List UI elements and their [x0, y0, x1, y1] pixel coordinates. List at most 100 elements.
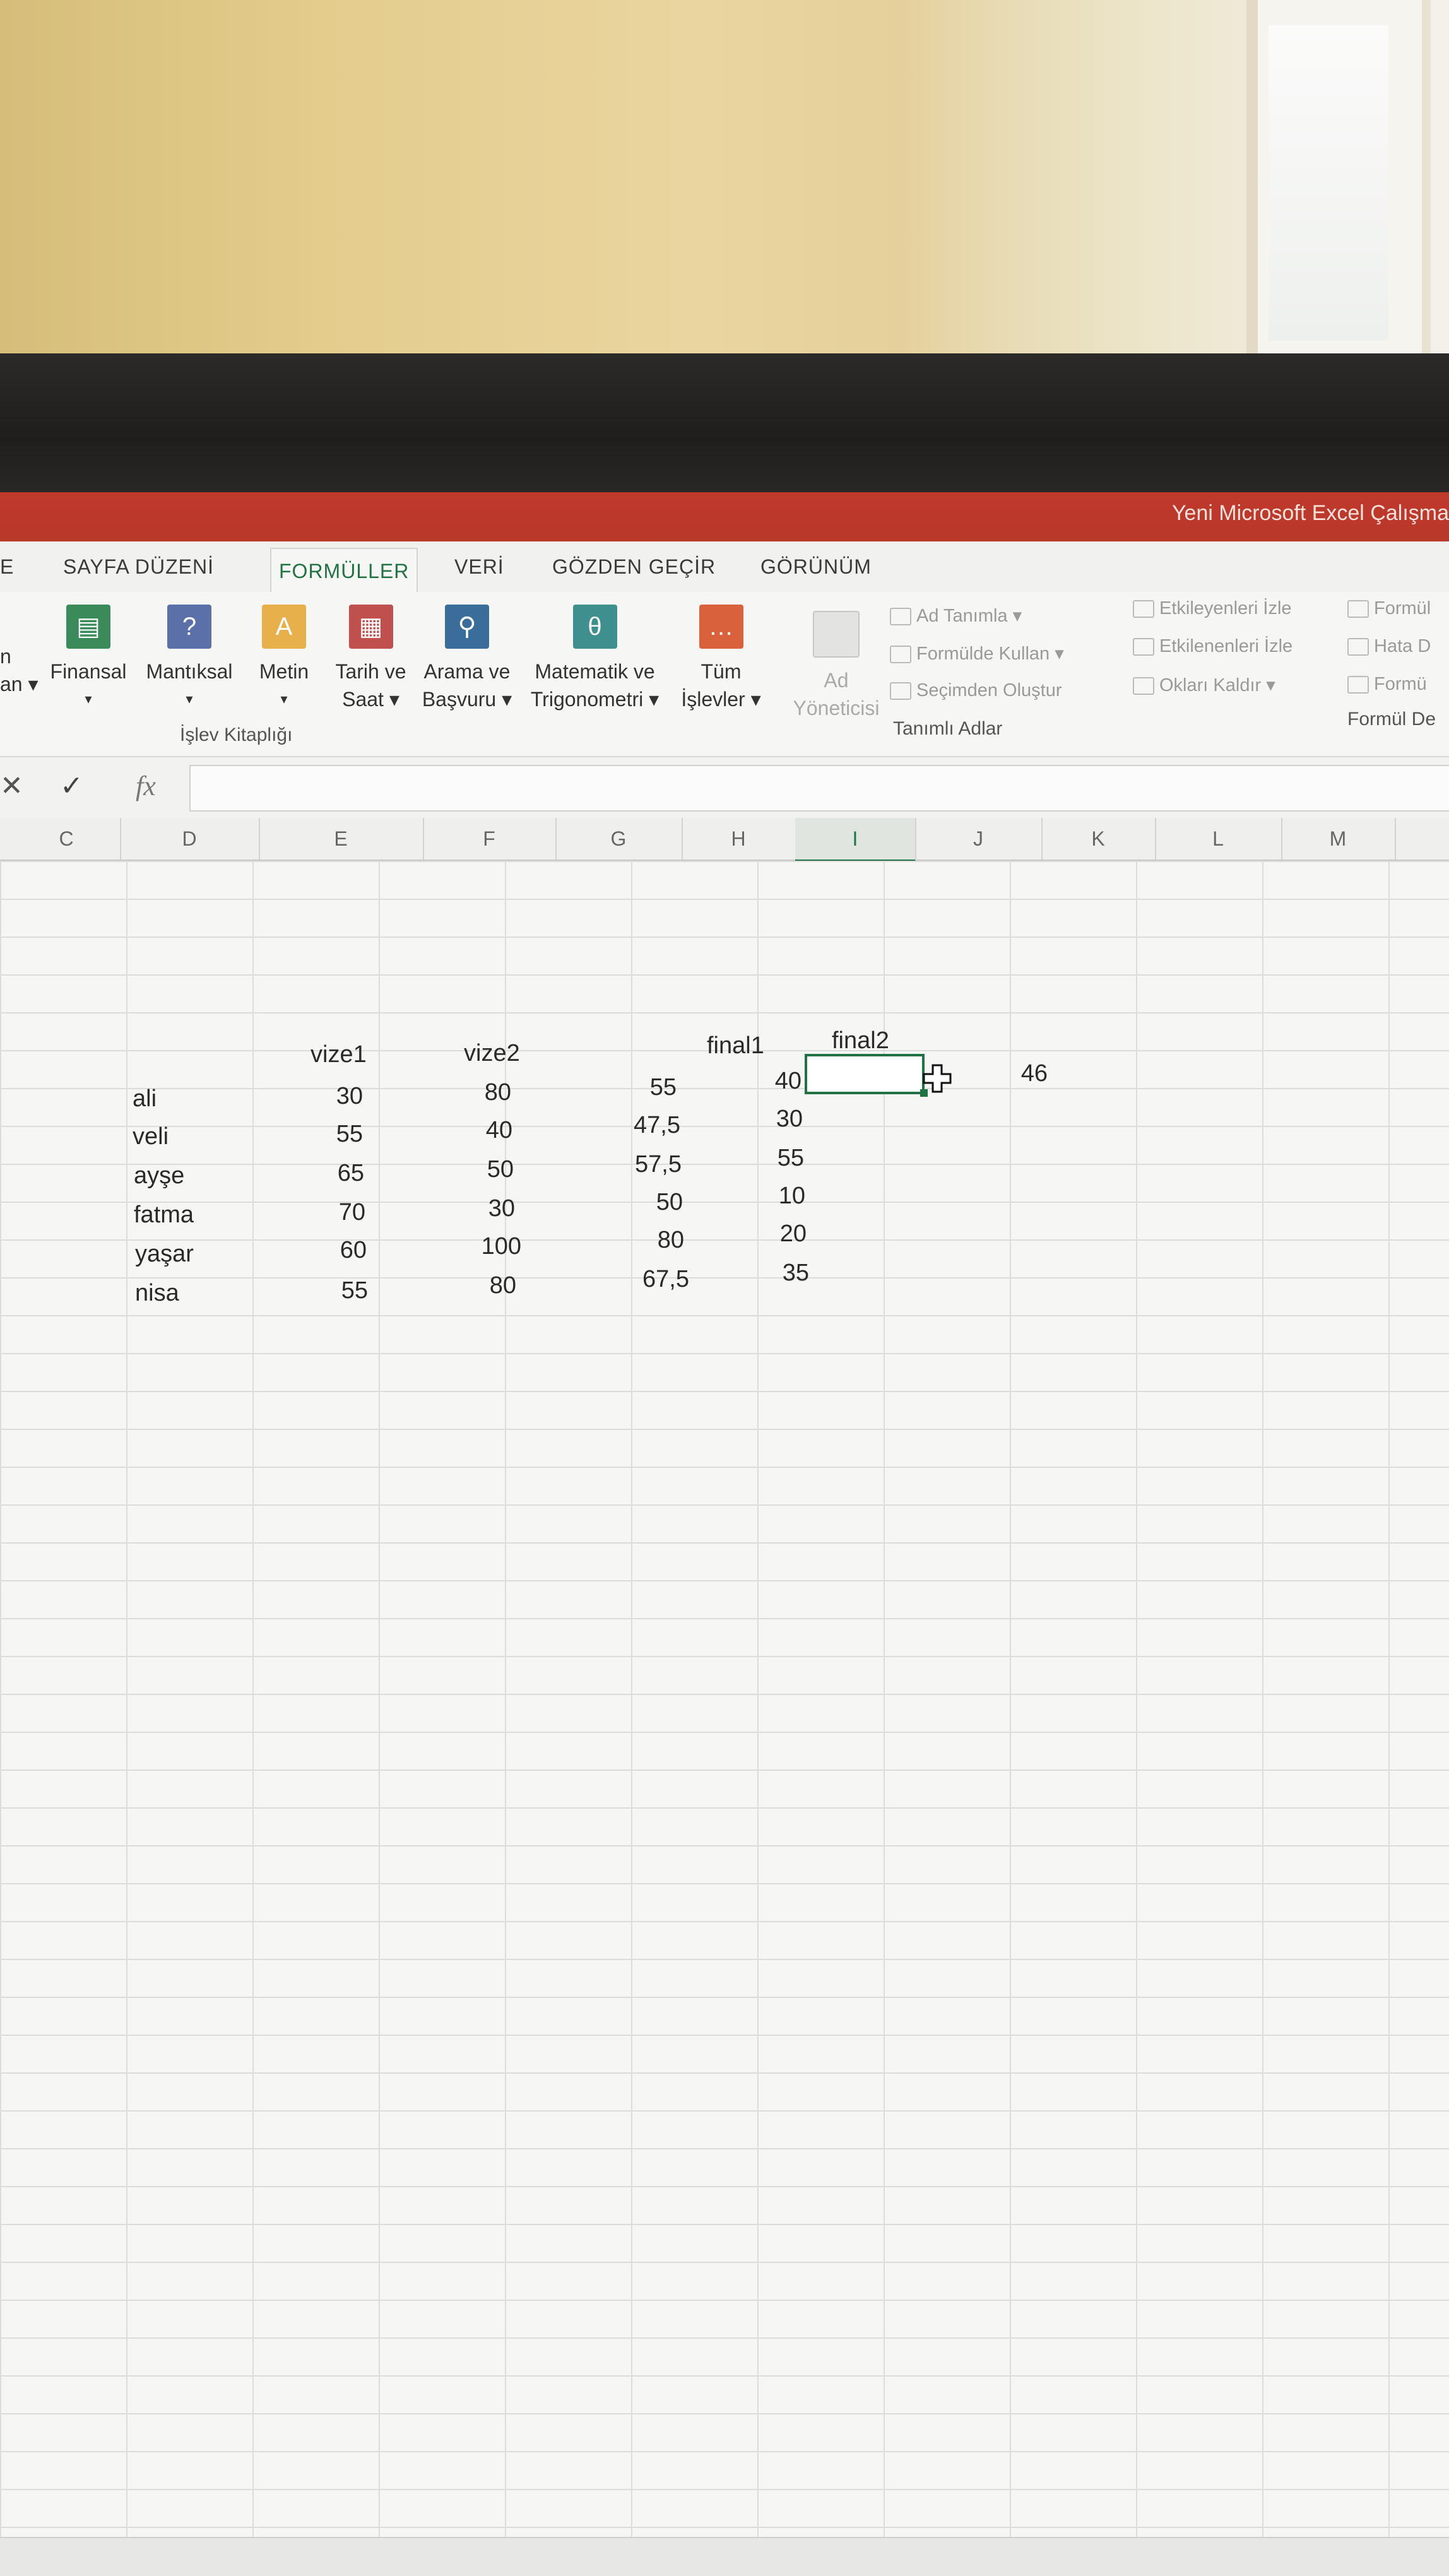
col-header-l[interactable]: L	[1155, 818, 1282, 860]
trace-precedents-icon	[1133, 600, 1154, 618]
text-label: Metin	[259, 660, 309, 683]
group-label-function-library: İşlev Kitaplığı	[180, 724, 293, 745]
cell-g[interactable]: 67,5	[606, 1266, 689, 1293]
cell-final1[interactable]: 55	[732, 1145, 804, 1172]
fat-plus-cursor-icon	[923, 1064, 952, 1093]
cell-name-fatma[interactable]: fatma	[134, 1202, 194, 1229]
math-label-1: Matematik ve	[535, 660, 655, 683]
enter-icon[interactable]: ✓	[60, 770, 83, 802]
cell-vize1[interactable]: 70	[303, 1199, 365, 1226]
show-formulas-cmd[interactable]: Formül	[1347, 598, 1431, 619]
trace-dependents-icon	[1133, 638, 1154, 656]
active-cell-i[interactable]	[805, 1054, 925, 1094]
tab-data[interactable]: VERİ	[454, 555, 504, 579]
cell-final1[interactable]: 20	[732, 1220, 807, 1248]
error-checking-cmd[interactable]: Hata D	[1347, 636, 1431, 657]
ribbon-cut-label-2: an ▾	[0, 673, 38, 695]
date-time-button[interactable]: ▦ Tarih ve Saat ▾	[328, 605, 413, 713]
ribbon-tabs	[0, 541, 1449, 592]
use-in-formula-cmd[interactable]: Formülde Kullan ▾	[890, 642, 1064, 665]
cell-vize1[interactable]: 55	[303, 1277, 368, 1304]
cell-vize1[interactable]: 55	[303, 1121, 363, 1148]
cell-j-value[interactable]: 46	[985, 1060, 1048, 1087]
date-time-label-2: Saat ▾	[342, 688, 399, 711]
cell-vize2[interactable]: 100	[454, 1233, 521, 1260]
col-header-f[interactable]: F	[423, 818, 557, 860]
tab-review[interactable]: GÖZDEN GEÇİR	[552, 555, 716, 579]
cell-vize2[interactable]: 30	[454, 1195, 515, 1222]
tab-cut-off[interactable]: E	[0, 555, 14, 579]
cell-final1[interactable]: 10	[732, 1183, 805, 1210]
evaluate-formula-cmd[interactable]: Formü	[1347, 674, 1427, 695]
cell-vize1[interactable]: 30	[303, 1083, 363, 1110]
use-in-formula-label: Formülde Kullan ▾	[916, 644, 1064, 664]
logical-button[interactable]: ? Mantıksal ▾	[142, 605, 237, 713]
all-functions-button[interactable]: … Tüm İşlevler ▾	[669, 605, 773, 713]
trace-precedents-cmd[interactable]: Etkileyenleri İzle	[1133, 598, 1292, 619]
tab-formulas[interactable]: FORMÜLLER	[270, 548, 418, 593]
remove-arrows-cmd[interactable]: Okları Kaldır ▾	[1133, 674, 1275, 696]
cell-g[interactable]: 50	[606, 1189, 683, 1216]
finance-icon: ▤	[66, 605, 110, 649]
cell-g[interactable]: 47,5	[606, 1112, 680, 1139]
cell-vize1[interactable]: 65	[303, 1160, 364, 1187]
cell-vize2[interactable]: 80	[454, 1079, 511, 1106]
lookup-reference-button[interactable]: ⚲ Arama ve Başvuru ▾	[417, 605, 518, 713]
cell-g[interactable]: 55	[606, 1074, 677, 1101]
cell-vize2[interactable]: 80	[454, 1272, 516, 1299]
cell-g[interactable]: 80	[606, 1227, 684, 1254]
create-from-selection-label: Seçimden Oluştur	[916, 680, 1062, 700]
define-name-label: Ad Tanımla ▾	[916, 606, 1022, 626]
cell-vize1[interactable]: 60	[303, 1237, 367, 1264]
worksheet-grid[interactable]	[0, 861, 1449, 2575]
col-header-h[interactable]: H	[682, 818, 796, 860]
header-final2[interactable]: final2	[832, 1027, 889, 1055]
finance-dropdown: ▾	[85, 691, 92, 707]
cancel-icon[interactable]: ✕	[0, 770, 23, 802]
col-header-j[interactable]: J	[915, 818, 1043, 860]
name-manager-label-1: Ad	[824, 669, 849, 692]
text-button[interactable]: A Metin ▾	[249, 605, 319, 713]
name-manager-label-2: Yöneticisi	[793, 697, 880, 719]
cell-name-ali[interactable]: ali	[133, 1085, 157, 1113]
tab-view[interactable]: GÖRÜNÜM	[760, 555, 872, 579]
ribbon-cut-off-button[interactable]: n an ▾	[0, 642, 38, 698]
tab-page-layout[interactable]: SAYFA DÜZENİ	[63, 555, 214, 579]
define-name-icon	[890, 608, 911, 626]
header-vize1[interactable]: vize1	[310, 1041, 367, 1068]
cell-vize2[interactable]: 50	[454, 1156, 514, 1183]
col-header-g[interactable]: G	[555, 818, 683, 860]
fx-icon[interactable]: fx	[136, 770, 156, 802]
col-header-k[interactable]: K	[1041, 818, 1156, 860]
cell-g[interactable]: 57,5	[606, 1151, 682, 1178]
group-label-defined-names: Tanımlı Adlar	[893, 718, 1003, 739]
cell-name-ayse[interactable]: ayşe	[134, 1162, 184, 1190]
all-functions-label-1: Tüm	[701, 660, 742, 683]
cell-final1[interactable]: 35	[732, 1260, 809, 1287]
cell-final1[interactable]: 40	[732, 1068, 801, 1095]
col-header-i[interactable]: I	[795, 818, 916, 863]
col-header-c[interactable]: C	[13, 818, 121, 860]
col-header-e[interactable]: E	[259, 818, 424, 860]
col-header-d[interactable]: D	[120, 818, 260, 860]
formula-input[interactable]	[189, 765, 1449, 812]
finance-button[interactable]: ▤ Finansal ▾	[44, 605, 133, 713]
cell-final1[interactable]: 30	[732, 1106, 803, 1133]
header-vize2[interactable]: vize2	[464, 1040, 520, 1067]
math-trig-button[interactable]: θ Matematik ve Trigonometri ▾	[524, 605, 666, 713]
all-functions-label-2: İşlevler ▾	[681, 688, 761, 711]
cell-name-yasar[interactable]: yaşar	[135, 1241, 194, 1268]
create-from-selection-cmd[interactable]: Seçimden Oluştur	[890, 680, 1062, 701]
col-header-m[interactable]: M	[1281, 818, 1396, 860]
header-final1[interactable]: final1	[707, 1032, 764, 1060]
define-name-cmd[interactable]: Ad Tanımla ▾	[890, 605, 1022, 627]
cell-vize2[interactable]: 40	[454, 1117, 512, 1144]
cell-name-nisa[interactable]: nisa	[135, 1280, 179, 1307]
name-manager-button[interactable]: Ad Yöneticisi	[786, 611, 887, 722]
cell-name-veli[interactable]: veli	[133, 1123, 169, 1150]
error-checking-label: Hata D	[1374, 636, 1431, 656]
trace-dependents-cmd[interactable]: Etkilenenleri İzle	[1133, 636, 1292, 657]
evaluate-formula-icon	[1347, 676, 1369, 694]
date-time-label-1: Tarih ve	[335, 660, 406, 683]
group-label-formula-auditing: Formül De	[1347, 709, 1436, 730]
